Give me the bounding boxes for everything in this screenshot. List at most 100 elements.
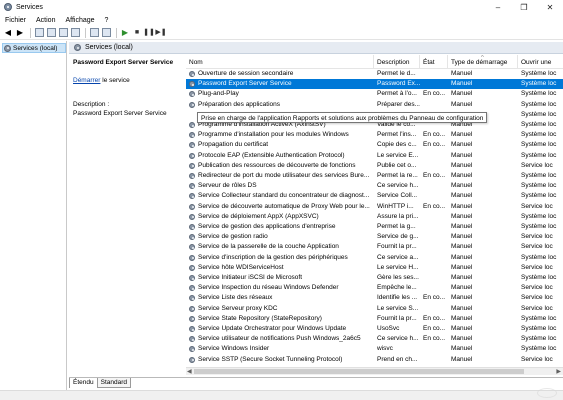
cell-name: Service d'inscription de la gestion des … — [186, 253, 374, 263]
scroll-left-icon[interactable]: ◀ — [187, 368, 192, 375]
minimize-button[interactable]: – — [485, 0, 511, 14]
table-row[interactable]: Service de découverte automatique de Pro… — [186, 202, 563, 212]
cell-description: Ce service h... — [377, 182, 419, 190]
tabs-divider — [69, 377, 563, 378]
cell-state — [420, 212, 448, 222]
table-row[interactable]: Service Inspection du réseau Windows Def… — [186, 283, 563, 293]
service-name: Redirecteur de port du mode utilisateur … — [198, 172, 370, 179]
table-row[interactable]: Propagation du certificat Copie des c... E… — [186, 140, 563, 150]
cell-startup-type: Manuel — [451, 223, 473, 230]
table-row[interactable]: Service Update Orchestrator pour Windows… — [186, 324, 563, 334]
cell-log-on-as: Service loc — [521, 263, 553, 271]
cell-startup-type: Manuel — [451, 284, 473, 292]
menu-action[interactable]: Action — [31, 17, 60, 24]
cell-description: Le service H... — [377, 263, 419, 271]
column-header-description[interactable]: Description — [374, 55, 420, 69]
cell-startup-type: Manuel — [451, 243, 473, 251]
table-row[interactable]: Plug-and-Play Permet à l'o... En co... Manu… — [186, 89, 563, 99]
close-button[interactable]: ✕ — [537, 0, 563, 14]
refresh-icon[interactable] — [58, 28, 68, 38]
service-name: Service de la passerelle de la couche Ap… — [198, 243, 339, 251]
console-tree-icon[interactable] — [34, 28, 44, 38]
gear-icon — [189, 183, 195, 190]
start-service-icon[interactable]: ▶ — [120, 28, 130, 38]
table-row[interactable]: Service Windows Insider wisvc Manuel Systèm… — [186, 344, 563, 354]
cell-name: Publication des ressources de découverte… — [186, 161, 374, 171]
pause-service-icon[interactable]: ❚❚ — [143, 28, 155, 38]
list-view-icon[interactable] — [46, 28, 56, 38]
table-row[interactable]: Serveur de rôles DS Ce service h... Manuel… — [186, 181, 563, 191]
cell-name: Service Inspection du réseau Windows Def… — [186, 283, 374, 293]
cell-description: Permet l'ins... — [377, 131, 417, 139]
maximize-button[interactable]: ❐ — [511, 0, 537, 14]
cell-name: Password Export Server Service — [186, 79, 374, 89]
table-row[interactable]: Service SSTP (Secure Socket Tunneling Pr… — [186, 355, 563, 365]
tab-extended[interactable]: Étendu — [69, 378, 98, 388]
table-row[interactable]: Service de déploiement AppX (AppXSVC) Ass… — [186, 212, 563, 222]
forward-arrow-icon[interactable]: ▶ — [15, 28, 25, 38]
gear-icon — [74, 44, 81, 51]
table-row[interactable]: Service Initiateur iSCSI de Microsoft Gèr… — [186, 273, 563, 283]
tree-item-services-local[interactable]: Services (local) — [2, 43, 66, 53]
table-row[interactable]: Service Serveur proxy KDC Le service S...… — [186, 304, 563, 314]
table-row[interactable]: Service de la passerelle de la couche Ap… — [186, 242, 563, 252]
properties-icon[interactable] — [101, 28, 111, 38]
table-row[interactable]: Protocole EAP (Extensible Authentication… — [186, 151, 563, 161]
column-header-name[interactable]: Nom — [186, 55, 374, 69]
cell-name: Serveur de rôles DS — [186, 181, 374, 191]
cell-startup-type: Manuel — [451, 90, 473, 98]
restart-service-icon[interactable]: ▶❚ — [155, 28, 166, 38]
column-header-log-on-as[interactable]: Ouvrir une — [518, 55, 563, 69]
menu-help[interactable]: ? — [100, 17, 114, 24]
cell-state — [420, 283, 448, 293]
table-row[interactable]: Service State Repository (StateRepositor… — [186, 314, 563, 324]
back-arrow-icon[interactable]: ◀ — [3, 28, 13, 38]
table-row[interactable]: Service de gestion des applications d'en… — [186, 222, 563, 232]
cell-log-on-as: Système loc — [521, 192, 557, 200]
service-name: Service de gestion des applications d'en… — [198, 223, 336, 230]
cell-state — [420, 344, 448, 354]
cell-state — [420, 232, 448, 242]
help-icon[interactable] — [89, 28, 99, 38]
cell-log-on-as: Système loc — [521, 274, 557, 281]
menu-bar: Fichier Action Affichage ? — [0, 14, 563, 26]
window-controls: – ❐ ✕ — [485, 0, 563, 14]
cell-log-on-as: Système loc — [521, 80, 557, 88]
gear-icon — [189, 224, 195, 231]
cell-state: En co... — [423, 325, 446, 332]
status-bar — [0, 390, 563, 400]
menu-affichage[interactable]: Affichage — [60, 17, 99, 24]
gear-icon — [189, 173, 195, 180]
table-row[interactable]: Programme d'installation pour les module… — [186, 130, 563, 140]
cell-name: Service Initiateur iSCSI de Microsoft — [186, 273, 374, 283]
table-row[interactable]: Password Export Server Service Password E… — [186, 79, 563, 90]
scrollbar-thumb[interactable] — [194, 369, 524, 374]
table-row[interactable]: Service hôte WDIServiceHost Le service H.… — [186, 263, 563, 273]
export-list-icon[interactable] — [70, 28, 80, 38]
table-row[interactable]: Redirecteur de port du mode utilisateur … — [186, 171, 563, 181]
menu-fichier[interactable]: Fichier — [0, 17, 31, 24]
service-name: Service Windows Insider — [198, 345, 270, 353]
cell-state — [420, 355, 448, 365]
table-row[interactable]: Ouverture de session secondaire Permet le… — [186, 69, 563, 79]
table-row[interactable]: Service de gestion radio Service de g... M… — [186, 232, 563, 242]
table-row[interactable]: Publication des ressources de découverte… — [186, 161, 563, 171]
table-row[interactable]: Service utilisateur de notifications Pus… — [186, 334, 563, 344]
scroll-right-icon[interactable]: ▶ — [556, 368, 561, 375]
services-header-label: Services (local) — [85, 44, 133, 51]
table-row[interactable]: Service Collecteur standard du concentra… — [186, 191, 563, 201]
stop-service-icon[interactable]: ■ — [132, 28, 142, 38]
cell-log-on-as: Système loc — [521, 182, 557, 190]
start-service-link[interactable]: Démarrer — [73, 77, 100, 84]
service-name: Serveur de rôles DS — [198, 182, 257, 190]
table-row[interactable]: Service d'inscription de la gestion des … — [186, 253, 563, 263]
cell-state — [420, 100, 448, 110]
tab-standard[interactable]: Standard — [96, 378, 131, 388]
cell-startup-type: Manuel — [451, 253, 473, 261]
table-row[interactable]: Service Liste des réseaux Identifie les .… — [186, 293, 563, 303]
description-value: Password Export Server Service — [73, 110, 167, 117]
table-row[interactable]: Préparation des applications Préparer des… — [186, 100, 563, 110]
start-service-link-suffix: le service — [100, 77, 130, 84]
column-header-state[interactable]: État — [420, 55, 448, 69]
horizontal-scrollbar[interactable]: ◀ ▶ — [186, 367, 563, 375]
